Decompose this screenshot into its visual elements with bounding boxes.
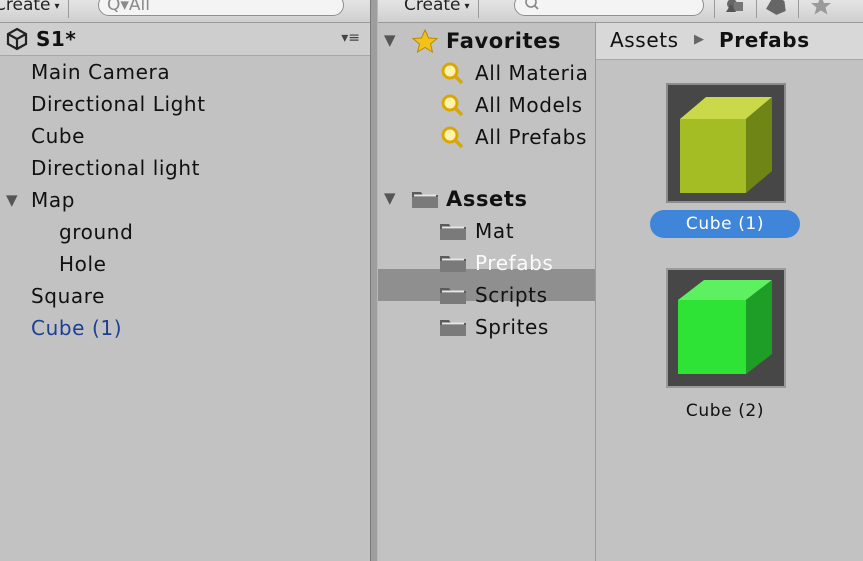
prefab-label-cube-1[interactable]: Cube (1) [650,210,800,238]
folder-item-mat[interactable]: Mat [438,215,596,247]
search-icon [525,0,539,10]
create-label: Create [404,0,461,15]
project-panel: Create ▾ ▼ Favorites All Materia All Mod… [378,0,863,561]
filter-by-type-icon[interactable] [714,0,754,18]
search-magnifier-icon [441,94,464,117]
favorite-item-all-prefabs[interactable]: All Prefabs [438,121,596,153]
prefab-thumbnail-cube-1[interactable] [666,83,786,203]
favorites-label: Favorites [446,29,562,53]
folder-icon [412,192,438,208]
prefab-thumbnail-cube-2[interactable] [666,268,786,388]
hierarchy-search-input[interactable]: Q▾All [98,0,344,16]
scene-name: S1* [36,27,77,51]
search-magnifier-icon [441,62,464,85]
hierarchy-item-cube[interactable]: Cube [31,121,85,151]
panel-divider[interactable] [370,0,378,561]
prefab-label-cube-2[interactable]: Cube (2) [650,397,800,425]
hierarchy-item-square[interactable]: Square [31,281,105,311]
hierarchy-item-hole[interactable]: Hole [59,249,107,279]
hierarchy-item-ground[interactable]: ground [59,217,133,247]
hamburger-menu-icon[interactable]: ▾≡ [341,30,360,46]
fold-arrow-icon[interactable]: ▼ [384,183,396,213]
breadcrumb-assets[interactable]: Assets [610,28,679,52]
favorite-item-all-materials[interactable]: All Materia [438,57,596,89]
assets-header[interactable]: Assets [410,183,590,215]
create-label: Create [0,0,51,15]
folder-item-prefabs[interactable]: Prefabs [438,247,596,279]
project-asset-grid: Assets ▶ Prefabs Cube (1) Cube (2) [596,23,863,561]
favorites-star-icon [411,29,439,53]
dropdown-caret-icon: ▾ [54,1,60,12]
project-create-button[interactable]: Create ▾ [396,0,479,18]
hierarchy-item-directional-light[interactable]: Directional Light [31,89,206,119]
folder-icon [440,224,466,240]
project-toolbar: Create ▾ [378,0,863,23]
hierarchy-item-directional-light-2[interactable]: Directional light [31,153,200,183]
folder-icon [440,320,466,336]
favorites-header[interactable]: Favorites [410,25,590,57]
hierarchy-toolbar: Create▾ Q▾All [0,0,370,23]
hierarchy-panel: Create▾ Q▾All S1* ▾≡ Main Camera Directi… [0,0,370,561]
hierarchy-item-main-camera[interactable]: Main Camera [31,57,170,87]
hierarchy-item-cube-1[interactable]: Cube (1) [31,313,122,343]
hierarchy-item-map[interactable]: Map [31,185,75,215]
breadcrumb-separator-icon: ▶ [694,32,704,47]
hierarchy-create-button[interactable]: Create▾ [0,0,69,18]
fold-arrow-icon[interactable]: ▼ [6,185,18,215]
search-magnifier-icon [441,126,464,149]
folder-item-scripts[interactable]: Scripts [438,279,596,311]
unity-scene-icon [6,27,28,51]
favorites-star-icon[interactable] [798,0,838,18]
folder-item-sprites[interactable]: Sprites [438,311,596,343]
favorite-item-all-models[interactable]: All Models [438,89,596,121]
scene-header[interactable]: S1* ▾≡ [0,23,370,56]
filter-by-label-icon[interactable] [756,0,796,18]
project-folder-tree: ▼ Favorites All Materia All Models All P… [378,23,596,561]
cube-icon [678,280,772,374]
dropdown-caret-icon: ▾ [464,1,470,12]
project-search-input[interactable] [514,0,704,16]
cube-icon [680,97,772,193]
breadcrumb: Assets ▶ Prefabs [596,23,863,60]
search-placeholder: Q▾All [107,0,150,15]
fold-arrow-icon[interactable]: ▼ [384,25,396,55]
assets-label: Assets [446,187,528,211]
breadcrumb-prefabs[interactable]: Prefabs [719,28,810,52]
folder-icon [440,288,466,304]
folder-icon [440,256,466,272]
